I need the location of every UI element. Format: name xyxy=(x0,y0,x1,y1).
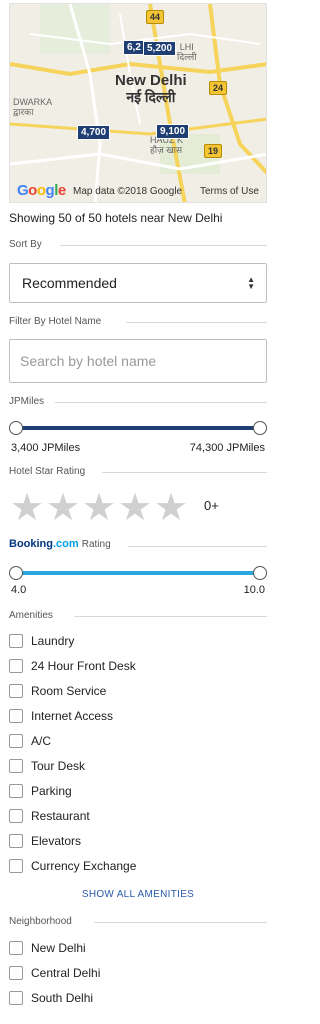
sort-select[interactable]: Recommended ▲ ▼ xyxy=(9,263,267,303)
sort-by-label: Sort By xyxy=(9,239,42,250)
booking-logo-suffix: .com xyxy=(53,538,79,550)
amenity-checkbox-elevators[interactable]: Elevators xyxy=(9,833,81,849)
divider xyxy=(55,402,267,403)
neighborhood-checkbox-south-delhi[interactable]: South Delhi xyxy=(9,990,93,1006)
star-rating-value: 0+ xyxy=(204,498,219,513)
map-footer: Google Map data ©2018 Google Terms of Us… xyxy=(10,180,266,202)
checkbox[interactable] xyxy=(9,966,23,980)
star-rating-selector[interactable]: ★ ★ ★ ★ ★ xyxy=(9,489,189,527)
map-price-pin[interactable]: 4,700 xyxy=(77,125,111,140)
amenity-label: 24 Hour Front Desk xyxy=(31,659,136,673)
amenity-checkbox-restaurant[interactable]: Restaurant xyxy=(9,808,90,824)
map-terms-link[interactable]: Terms of Use xyxy=(200,186,259,197)
jpmiles-min-handle[interactable] xyxy=(9,421,23,435)
divider xyxy=(126,322,267,323)
amenity-checkbox-front-desk[interactable]: 24 Hour Front Desk xyxy=(9,658,136,674)
amenity-label: Tour Desk xyxy=(31,759,86,773)
jpmiles-min-value: 3,400 JPMiles xyxy=(11,442,81,454)
map-label-delhi: LHI दिल्ली xyxy=(177,42,197,62)
star-rating-label: Hotel Star Rating xyxy=(9,466,86,477)
booking-rating-min-value: 4.0 xyxy=(11,584,27,596)
checkbox[interactable] xyxy=(9,859,23,873)
sort-selected-value: Recommended xyxy=(22,275,117,291)
booking-rating-min-handle[interactable] xyxy=(9,566,23,580)
map-label-dwarka: DWARKA द्वारका xyxy=(13,97,53,117)
amenity-label: Laundry xyxy=(31,634,75,648)
star-icon[interactable]: ★ xyxy=(153,489,189,527)
neighborhood-checkbox-central-delhi[interactable]: Central Delhi xyxy=(9,965,100,981)
neighborhood-label: New Delhi xyxy=(31,941,86,955)
amenity-label: A/C xyxy=(31,734,52,748)
neighborhood-label: Neighborhood xyxy=(9,916,72,927)
map-price-pin[interactable]: 6,2 xyxy=(123,40,145,55)
divider xyxy=(74,616,267,617)
amenity-label: Parking xyxy=(31,784,72,798)
amenity-label: Elevators xyxy=(31,834,82,848)
road-shield: 19 xyxy=(204,144,223,158)
checkbox[interactable] xyxy=(9,634,23,648)
amenities-label: Amenities xyxy=(9,610,53,621)
checkbox[interactable] xyxy=(9,759,23,773)
hotel-name-filter-label: Filter By Hotel Name xyxy=(9,316,102,327)
neighborhood-label: South Delhi xyxy=(31,991,94,1005)
checkbox[interactable] xyxy=(9,709,23,723)
divider xyxy=(94,922,267,923)
jpmiles-label: JPMiles xyxy=(9,396,45,407)
amenity-label: Currency Exchange xyxy=(31,859,137,873)
jpmiles-max-handle[interactable] xyxy=(253,421,267,435)
map-price-pin[interactable]: 9,100 xyxy=(156,124,190,139)
booking-rating-text: Rating xyxy=(81,539,111,550)
amenity-checkbox-laundry[interactable]: Laundry xyxy=(9,633,74,649)
booking-logo: Booking xyxy=(9,538,53,550)
jpmiles-max-value: 74,300 JPMiles xyxy=(189,442,265,454)
map-city-label: New Delhi नई दिल्ली xyxy=(115,72,187,105)
amenity-checkbox-tour-desk[interactable]: Tour Desk xyxy=(9,758,85,774)
amenity-label: Restaurant xyxy=(31,809,90,823)
checkbox[interactable] xyxy=(9,834,23,848)
amenity-checkbox-room-service[interactable]: Room Service xyxy=(9,683,106,699)
star-icon[interactable]: ★ xyxy=(9,489,45,527)
hotel-name-search-input[interactable] xyxy=(9,339,267,383)
divider xyxy=(60,245,267,246)
star-icon[interactable]: ★ xyxy=(117,489,153,527)
divider xyxy=(128,546,267,547)
amenity-checkbox-parking[interactable]: Parking xyxy=(9,783,72,799)
checkbox[interactable] xyxy=(9,684,23,698)
neighborhood-label: Central Delhi xyxy=(31,966,101,980)
star-icon[interactable]: ★ xyxy=(81,489,117,527)
road-shield: 24 xyxy=(209,81,228,95)
amenity-checkbox-internet[interactable]: Internet Access xyxy=(9,708,113,724)
checkbox[interactable] xyxy=(9,734,23,748)
neighborhood-checkbox-new-delhi[interactable]: New Delhi xyxy=(9,940,86,956)
divider xyxy=(102,472,267,473)
checkbox[interactable] xyxy=(9,941,23,955)
amenity-label: Internet Access xyxy=(31,709,114,723)
results-summary: Showing 50 of 50 hotels near New Delhi xyxy=(9,211,223,225)
updown-arrow-icon: ▲ ▼ xyxy=(247,275,255,291)
booking-rating-label: Booking.com Rating xyxy=(9,538,111,550)
amenity-label: Room Service xyxy=(31,684,107,698)
show-all-amenities-link[interactable]: SHOW ALL AMENITIES xyxy=(0,889,276,900)
map-data-credit: Map data ©2018 Google xyxy=(73,186,183,197)
amenity-checkbox-ac[interactable]: A/C xyxy=(9,733,51,749)
booking-rating-slider-track[interactable] xyxy=(16,571,261,575)
google-logo: Google xyxy=(17,182,66,199)
jpmiles-slider-track[interactable] xyxy=(16,426,261,430)
checkbox[interactable] xyxy=(9,784,23,798)
hotel-map[interactable]: 44 24 19 LHI दिल्ली New Delhi नई दिल्ली … xyxy=(9,3,267,203)
road-shield: 44 xyxy=(146,10,165,24)
map-price-pin[interactable]: 5,200 xyxy=(143,41,177,56)
checkbox[interactable] xyxy=(9,809,23,823)
booking-rating-max-handle[interactable] xyxy=(253,566,267,580)
checkbox[interactable] xyxy=(9,659,23,673)
amenity-checkbox-currency[interactable]: Currency Exchange xyxy=(9,858,136,874)
booking-rating-max-value: 10.0 xyxy=(243,584,265,596)
star-icon[interactable]: ★ xyxy=(45,489,81,527)
checkbox[interactable] xyxy=(9,991,23,1005)
